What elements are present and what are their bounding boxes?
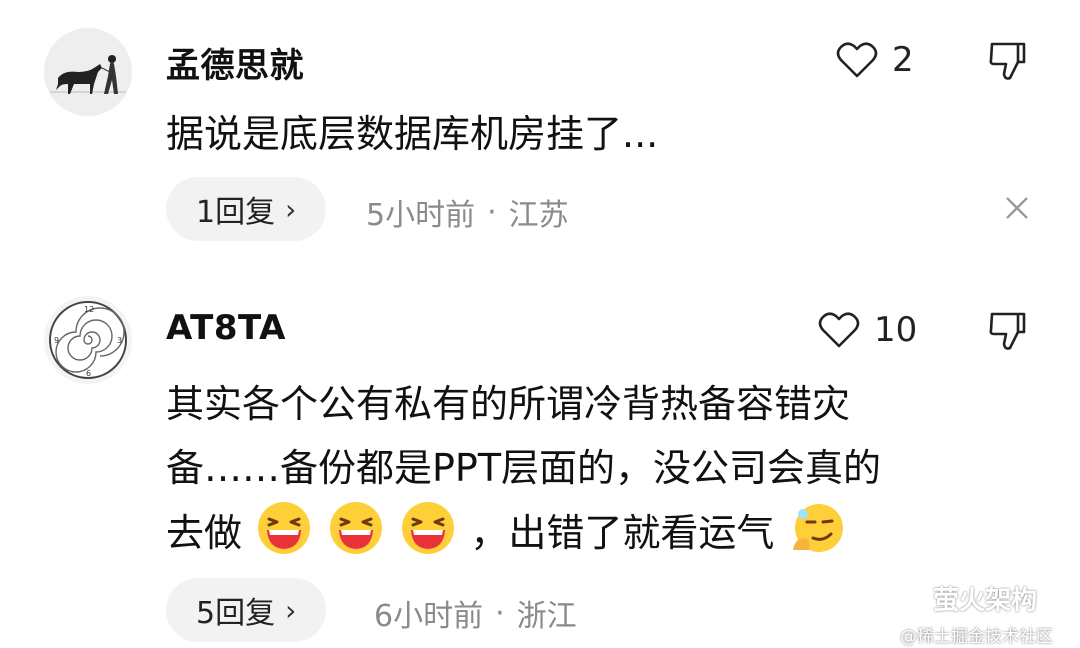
site-watermark: @稀土掘金技术社区	[900, 627, 1053, 647]
heart-outline-icon	[818, 312, 860, 348]
thumbs-down-outline-icon	[989, 312, 1026, 350]
smug-thinking-emoji-icon	[789, 500, 845, 575]
comment-line: 去做	[166, 511, 243, 555]
comment-line: ，出错了就看运气	[470, 511, 775, 555]
comment-line: 备……备份都是PPT层面的，没公司会真的	[166, 446, 882, 490]
avatar[interactable]: 12 3 6 9	[44, 296, 132, 384]
comment-line: 其实各个公有私有的所谓冷背热备容错灾	[166, 382, 851, 426]
chevron-right-icon: ›	[285, 593, 297, 627]
like-button[interactable]: 10	[818, 310, 917, 350]
spiral-clock-icon: 12 3 6 9	[44, 296, 132, 384]
grinning-laughing-emoji-icon	[400, 500, 456, 575]
dislike-button[interactable]	[988, 310, 1028, 356]
username[interactable]: AT8TA	[166, 308, 286, 348]
svg-text:3: 3	[117, 336, 122, 345]
channel-name: 萤火架构	[933, 586, 1038, 616]
wechat-icon	[896, 586, 926, 610]
channel-watermark: 萤火架构	[895, 580, 1037, 617]
grinning-laughing-emoji-icon	[328, 500, 384, 575]
svg-text:9: 9	[54, 336, 59, 345]
timestamp: 6小时前	[374, 599, 484, 634]
reply-label: 5回复	[196, 596, 276, 631]
comment-item: 12 3 6 9 AT8TA 10 其实各个公有私有的所谓冷背热备容错灾 备………	[0, 0, 1080, 648]
comment-text: 其实各个公有私有的所谓冷背热备容错灾 备……备份都是PPT层面的，没公司会真的 …	[166, 372, 881, 575]
reply-button[interactable]: 5回复 ›	[166, 578, 327, 642]
like-count: 10	[874, 310, 918, 350]
separator: ·	[495, 595, 505, 631]
svg-text:6: 6	[86, 369, 91, 378]
svg-text:12: 12	[84, 305, 94, 314]
grinning-laughing-emoji-icon	[256, 500, 312, 575]
comment-meta: 6小时前 · 浙江	[374, 591, 577, 635]
location: 浙江	[516, 599, 577, 634]
comment-line-with-emoji: 去做 ，出错了就看运气	[166, 500, 881, 575]
